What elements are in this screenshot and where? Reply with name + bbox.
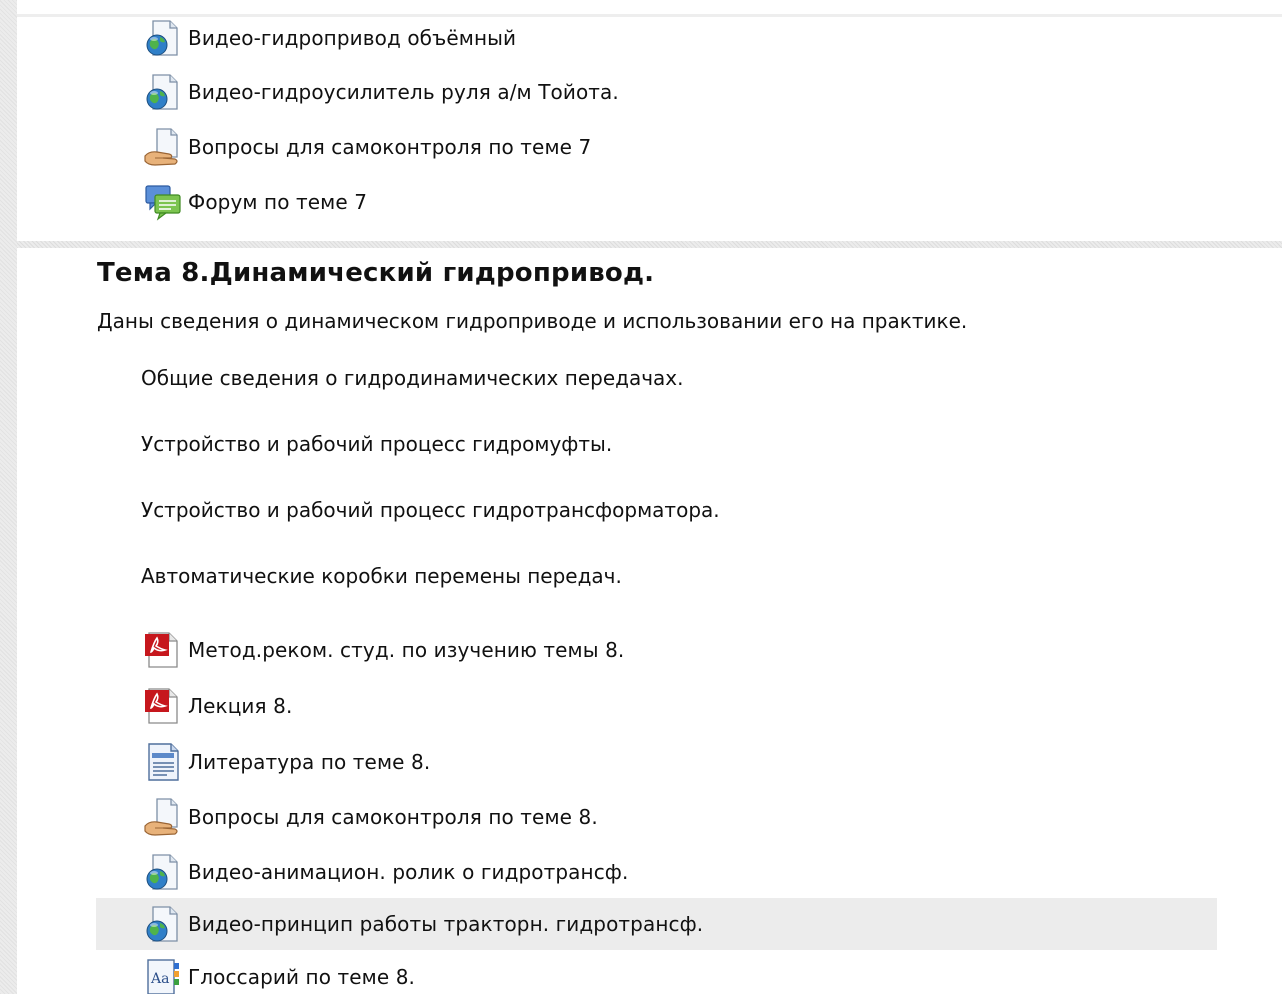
pdf-icon xyxy=(143,630,183,670)
activity-quiz-topic8[interactable]: Вопросы для самоконтроля по теме 8. xyxy=(143,795,598,839)
section-divider xyxy=(17,241,1282,248)
activity-label[interactable]: Литература по теме 8. xyxy=(188,750,430,774)
pdf-icon xyxy=(143,686,183,726)
activity-forum-topic7[interactable]: Форум по теме 7 xyxy=(143,180,367,224)
glossary-icon: Aa xyxy=(143,957,183,994)
activity-quiz-topic7[interactable]: Вопросы для самоконтроля по теме 7 xyxy=(143,125,591,169)
forum-icon xyxy=(143,182,183,222)
activity-method-recommendations[interactable]: Метод.реком. студ. по изучению темы 8. xyxy=(143,628,624,672)
activity-label[interactable]: Форум по теме 7 xyxy=(188,190,367,214)
activity-video-hydraulic-drive[interactable]: Видео-гидропривод объёмный xyxy=(143,16,516,60)
activity-video-power-steering[interactable]: Видео-гидроусилитель руля а/м Тойота. xyxy=(143,70,619,114)
activity-label[interactable]: Лекция 8. xyxy=(188,694,292,718)
activity-label[interactable]: Вопросы для самоконтроля по теме 8. xyxy=(188,805,598,829)
activity-label[interactable]: Вопросы для самоконтроля по теме 7 xyxy=(188,135,591,159)
video-globe-icon xyxy=(143,72,183,112)
video-globe-icon xyxy=(143,852,183,892)
section-title: Тема 8.Динамический гидропривод. xyxy=(97,258,655,288)
subtopic-label: Устройство и рабочий процесс гидротрансф… xyxy=(141,498,720,522)
top-border xyxy=(0,0,1282,17)
activity-video-animation[interactable]: Видео-анимацион. ролик о гидротрансф. xyxy=(143,850,628,894)
left-margin-strip xyxy=(0,0,17,994)
activity-lecture-8[interactable]: Лекция 8. xyxy=(143,684,292,728)
activity-literature-8[interactable]: Литература по теме 8. xyxy=(143,740,430,784)
activity-label[interactable]: Видео-принцип работы тракторн. гидротран… xyxy=(188,912,703,936)
subtopic-label: Автоматические коробки перемены передач. xyxy=(141,564,622,588)
activity-label[interactable]: Метод.реком. студ. по изучению темы 8. xyxy=(188,638,624,662)
activity-glossary-8[interactable]: Aa Глоссарий по теме 8. xyxy=(143,955,415,994)
video-globe-icon xyxy=(143,904,183,944)
section-summary: Даны сведения о динамическом гидропривод… xyxy=(97,309,968,333)
course-page: Видео-гидропривод объёмный Видео-гидроус… xyxy=(0,0,1282,994)
document-page-icon xyxy=(143,742,183,782)
video-globe-icon xyxy=(143,18,183,58)
activity-label[interactable]: Видео-анимацион. ролик о гидротрансф. xyxy=(188,860,628,884)
subtopic-label: Устройство и рабочий процесс гидромуфты. xyxy=(141,432,613,456)
activity-label[interactable]: Видео-гидроусилитель руля а/м Тойота. xyxy=(188,80,619,104)
svg-text:Aa: Aa xyxy=(150,971,169,987)
quiz-hand-icon xyxy=(143,127,183,167)
activity-label[interactable]: Глоссарий по теме 8. xyxy=(188,965,415,989)
activity-video-tractor-converter[interactable]: Видео-принцип работы тракторн. гидротран… xyxy=(96,898,1217,950)
subtopic-label: Общие сведения о гидродинамических перед… xyxy=(141,366,684,390)
quiz-hand-icon xyxy=(143,797,183,837)
activity-label[interactable]: Видео-гидропривод объёмный xyxy=(188,26,516,50)
